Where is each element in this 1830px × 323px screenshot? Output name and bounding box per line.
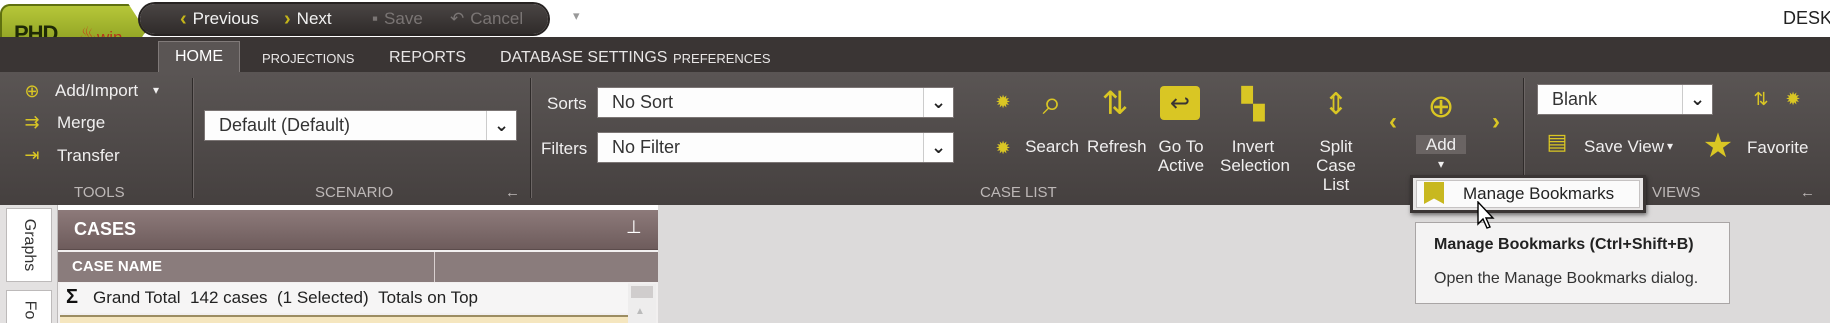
- tooltip: [1415, 222, 1730, 304]
- tooltip-title: Manage Bookmarks (Ctrl+Shift+B): [1434, 236, 1694, 253]
- window-title: DESKT: [1783, 8, 1830, 28]
- chevron-down-icon: ⌄: [1682, 85, 1712, 114]
- table-row[interactable]: [60, 315, 628, 323]
- split-case-list-button[interactable]: Split Case List: [1298, 137, 1374, 194]
- scroll-up-icon[interactable]: ▲: [635, 306, 645, 317]
- undo-icon: ↶: [450, 9, 465, 28]
- add-import-button[interactable]: Add/Import: [55, 81, 138, 101]
- chevron-down-icon: ⌄: [486, 111, 516, 140]
- case-list-group-label: CASE LIST: [980, 184, 1057, 201]
- refresh-icon: ⇅: [1101, 85, 1129, 121]
- add-bookmark-button[interactable]: Add: [1416, 135, 1466, 154]
- scenario-select[interactable]: Default (Default) ⌄: [204, 110, 517, 141]
- pin-icon[interactable]: ⊥: [626, 217, 642, 238]
- grand-total-text: Grand Total 142 cases (1 Selected) Total…: [93, 288, 478, 307]
- merge-icon: ⇉: [24, 111, 40, 132]
- chevron-down-icon[interactable]: ▾: [153, 83, 159, 97]
- go-to-active-icon: ↩: [1160, 86, 1200, 120]
- view-settings-gear-icon[interactable]: ✹: [1782, 88, 1804, 110]
- search-button[interactable]: Search: [1025, 137, 1079, 156]
- invert-selection-button[interactable]: Invert Selection: [1220, 137, 1290, 175]
- vertical-scrollbar[interactable]: ▲: [628, 284, 656, 323]
- save-button[interactable]: ▪ Save: [372, 9, 423, 29]
- filters-label: Filters: [541, 139, 588, 158]
- transfer-icon: ⇥: [24, 144, 40, 165]
- tools-group-label: TOOLS: [74, 184, 125, 201]
- sort-settings-gear-icon[interactable]: ✹: [992, 91, 1014, 113]
- sigma-icon: Σ: [66, 286, 79, 308]
- go-to-active-button[interactable]: Go To Active: [1154, 137, 1208, 175]
- column-header-case-name[interactable]: CASE NAME: [72, 258, 162, 275]
- sorts-label: Sorts: [547, 94, 587, 113]
- chevron-down-icon: ⌄: [923, 133, 953, 162]
- previous-button[interactable]: ‹ Previous: [180, 7, 259, 30]
- refresh-view-icon[interactable]: ⇅: [1750, 88, 1772, 110]
- tab-graphs[interactable]: Graphs: [6, 208, 52, 282]
- chevron-left-icon: ‹: [180, 7, 187, 30]
- tab-preferences[interactable]: PREFERENCES: [673, 44, 771, 72]
- group-divider: [530, 78, 531, 198]
- quick-access-toolbar: ‹ Previous › Next ▪ Save ↶ Cancel: [140, 4, 548, 34]
- invert-selection-icon: ▚: [1241, 87, 1265, 121]
- save-view-icon: ▤: [1546, 129, 1568, 154]
- mouse-cursor-icon: [1477, 201, 1495, 229]
- add-import-icon: ⊕: [24, 80, 40, 101]
- tooltip-description: Open the Manage Bookmarks dialog.: [1434, 270, 1699, 287]
- tab-database-settings[interactable]: DATABASE SETTINGS: [500, 44, 667, 72]
- search-icon: ⌕: [1042, 83, 1062, 122]
- save-view-button[interactable]: Save View: [1584, 137, 1664, 157]
- collapse-arrow-icon[interactable]: ←: [1800, 184, 1815, 201]
- cases-panel-title: CASES: [74, 219, 137, 239]
- bookmark-add-icon: ⊕: [1427, 88, 1455, 124]
- merge-button[interactable]: Merge: [57, 113, 105, 133]
- tab-reports[interactable]: REPORTS: [389, 44, 466, 72]
- transfer-button[interactable]: Transfer: [57, 146, 120, 166]
- collapse-arrow-icon[interactable]: ←: [505, 184, 520, 201]
- next-button[interactable]: › Next: [284, 7, 332, 30]
- cases-panel-header: [58, 210, 658, 250]
- cancel-button[interactable]: ↶ Cancel: [450, 9, 523, 29]
- chevron-right-icon: ›: [284, 7, 291, 30]
- sort-select[interactable]: No Sort ⌄: [597, 87, 954, 118]
- split-case-list-icon: ⇕: [1323, 87, 1349, 121]
- chevron-right-icon[interactable]: ›: [1488, 108, 1504, 135]
- favorite-button[interactable]: Favorite: [1747, 138, 1808, 158]
- tab-projections[interactable]: PROJECTIONS: [262, 44, 354, 72]
- save-icon: ▪: [372, 9, 379, 28]
- scrollbar-thumb[interactable]: [631, 286, 653, 298]
- chevron-left-icon[interactable]: ‹: [1385, 108, 1401, 135]
- chevron-down-icon[interactable]: ▾: [1667, 139, 1673, 153]
- refresh-button[interactable]: Refresh: [1087, 137, 1147, 156]
- chevron-down-icon: ⌄: [923, 88, 953, 117]
- column-divider[interactable]: [434, 252, 435, 282]
- scenario-group-label: SCENARIO: [315, 184, 394, 201]
- tab-home[interactable]: HOME: [158, 41, 240, 72]
- filter-select[interactable]: No Filter ⌄: [597, 132, 954, 163]
- favorite-star-icon: ★: [1702, 127, 1734, 165]
- view-select[interactable]: Blank ⌄: [1537, 84, 1713, 115]
- group-divider: [192, 78, 193, 198]
- chevron-down-icon[interactable]: ▾: [1438, 157, 1444, 171]
- filter-settings-gear-icon[interactable]: ✹: [992, 137, 1014, 159]
- customize-toolbar-dropdown[interactable]: ▾: [573, 8, 580, 24]
- views-group-label: VIEWS: [1652, 184, 1701, 201]
- tab-fo[interactable]: Fo: [6, 290, 52, 323]
